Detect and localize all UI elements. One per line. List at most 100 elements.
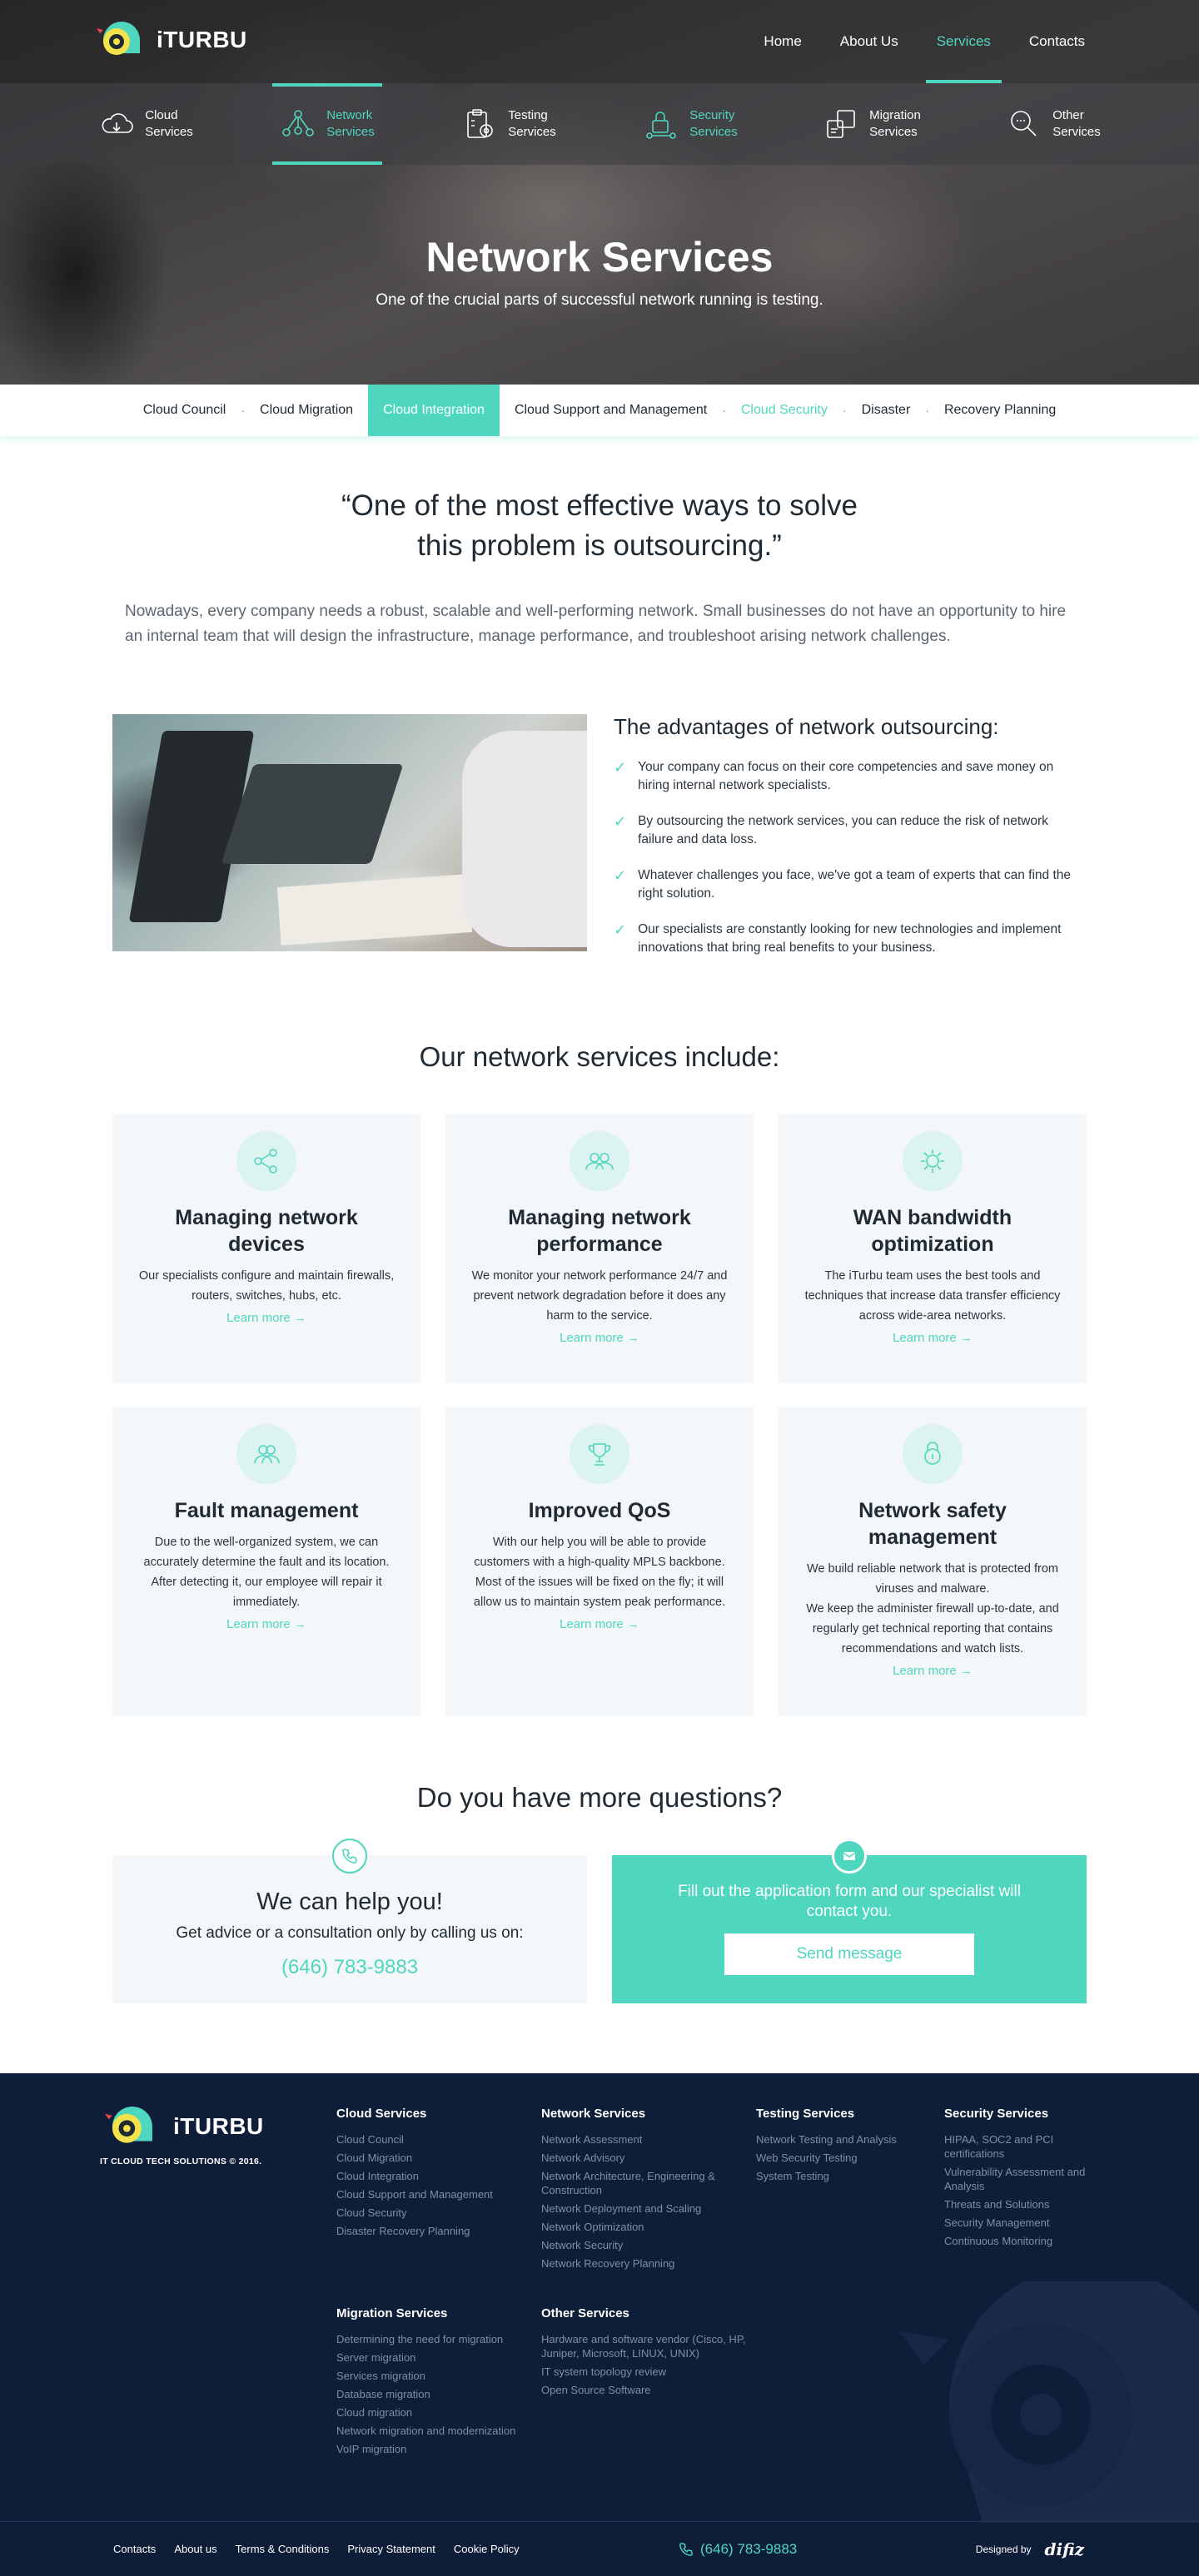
footer-link[interactable]: Network Advisory [541, 2151, 733, 2165]
footer-link[interactable]: Network Architecture, Engineering & Cons… [541, 2169, 733, 2197]
service-title: WAN bandwidth optimization [853, 1206, 1012, 1256]
footer-link[interactable]: VoIP migration [336, 2442, 536, 2456]
learn-more-link[interactable]: Learn more → [893, 1331, 973, 1345]
footer-link[interactable]: Network Security [541, 2238, 733, 2252]
brand-name: iTURBU [173, 2113, 264, 2139]
users-icon [236, 1424, 296, 1484]
footer-link[interactable]: Cloud Security [336, 2206, 493, 2220]
nav-about-us[interactable]: About Us [821, 0, 918, 83]
learn-more-link[interactable]: Learn more → [560, 1331, 639, 1345]
footer-link[interactable]: Security Management [944, 2216, 1111, 2230]
footer-link[interactable]: Services migration [336, 2369, 536, 2383]
footer-cookie-link[interactable]: Cookie Policy [454, 2543, 520, 2555]
contact-row: We can help you! Get advice or a consult… [112, 1839, 1087, 2003]
tab-disaster[interactable]: Disaster [847, 385, 926, 436]
footer-link[interactable]: HIPAA, SOC2 and PCI certifications [944, 2132, 1111, 2161]
subnav-network-services[interactable]: Network Services [236, 83, 418, 165]
subnav-security-services[interactable]: Security Services [600, 83, 781, 165]
footer-link[interactable]: Cloud Migration [336, 2151, 493, 2165]
footer-about-link[interactable]: About us [174, 2543, 216, 2555]
designer-credit: Designed by difiz [976, 2539, 1084, 2559]
check-icon: ✓ [614, 867, 627, 884]
nav-contacts[interactable]: Contacts [1010, 0, 1104, 83]
learn-more-link[interactable]: Learn more → [560, 1617, 639, 1631]
gear-icon [903, 1131, 963, 1191]
subnav-migration-services[interactable]: Migration Services [781, 83, 963, 165]
subnav-label: Services [508, 125, 556, 139]
nav-services[interactable]: Services [918, 0, 1010, 83]
call-box: We can help you! Get advice or a consult… [112, 1839, 587, 2003]
tab-cloud-migration[interactable]: Cloud Migration [245, 385, 368, 436]
lock-network-icon [646, 112, 677, 139]
list-item: ✓ Your company can focus on their core co… [614, 758, 1087, 795]
list-item: ✓ Whatever challenges you face, we've got… [614, 866, 1087, 903]
hero-section: iTURBU Home About Us Services Contacts C… [0, 0, 1199, 385]
subnav-label: Services [145, 125, 193, 139]
advantages-section: The advantages of network outsourcing: ✓… [112, 714, 1087, 975]
questions-title: Do you have more questions? [416, 1782, 783, 1813]
intro-paragraph: Nowadays, every company needs a robust, … [125, 603, 1067, 645]
tab-recovery-planning[interactable]: Recovery Planning [929, 385, 1071, 436]
footer-col-security: Security Services HIPAA, SOC2 and PCI ce… [944, 2107, 1111, 2252]
footer-link[interactable]: Cloud Support and Management [336, 2187, 493, 2201]
footer-link[interactable]: Network Optimization [541, 2220, 733, 2234]
footer-link[interactable]: Network Testing and Analysis [756, 2132, 923, 2147]
footer-link[interactable]: Network Assessment [541, 2132, 733, 2147]
footer-link[interactable]: Disaster Recovery Planning [336, 2224, 493, 2238]
footer-link[interactable]: Web Security Testing [756, 2151, 923, 2165]
call-phone-link[interactable]: (646) 783-9883 [112, 1956, 587, 1979]
footer-terms-link[interactable]: Terms & Conditions [236, 2543, 330, 2555]
service-title: Fault management [174, 1499, 359, 1522]
footer-logo[interactable]: iTURBU [100, 2107, 264, 2147]
footer-link[interactable]: Cloud Council [336, 2132, 493, 2147]
tab-cloud-council[interactable]: Cloud Council [128, 385, 241, 436]
footer-privacy-link[interactable]: Privacy Statement [347, 2543, 435, 2555]
subnav-testing-services[interactable]: Testing Services [418, 83, 600, 165]
footer-link[interactable]: IT system topology review [541, 2365, 758, 2379]
nav-home[interactable]: Home [744, 0, 820, 83]
service-title: Improved QoS [528, 1499, 671, 1522]
share-icon [236, 1131, 296, 1191]
learn-more-link[interactable]: Learn more → [226, 1617, 306, 1631]
footer-link[interactable]: Threats and Solutions [944, 2197, 1111, 2211]
designer-logo[interactable]: difiz [1045, 2539, 1084, 2559]
learn-more-link[interactable]: Learn more → [893, 1664, 973, 1678]
footer-link[interactable]: Network Deployment and Scaling [541, 2201, 733, 2216]
subnav-cloud-services[interactable]: Cloud Services [55, 83, 236, 165]
lock-icon [903, 1424, 963, 1484]
main-nav: Home About Us Services Contacts [744, 0, 1104, 83]
footer-link[interactable]: Continuous Monitoring [944, 2234, 1111, 2248]
page-subtitle: One of the crucial parts of successful n… [376, 291, 823, 309]
footer-link[interactable]: Server migration [336, 2350, 536, 2365]
footer-link[interactable]: System Testing [756, 2169, 923, 2183]
service-card: Managing network performance We monitor … [445, 1114, 754, 1382]
footer-link[interactable]: Vulnerability Assessment and Analysis [944, 2165, 1111, 2193]
footer-link[interactable]: Network migration and modernization [336, 2424, 536, 2438]
services-grid: Managing network devices Our specialists… [112, 1114, 1087, 1715]
footer-col-title: Migration Services [336, 2306, 448, 2320]
footer-link[interactable]: Database migration [336, 2387, 536, 2401]
laptop-workspace-image [112, 714, 587, 951]
service-text: Our specialists configure and maintain f… [138, 1269, 395, 1303]
footer-phone-link[interactable]: (646) 783-9883 [679, 2541, 797, 2558]
service-text: The iTurbu team uses the best tools and … [804, 1269, 1061, 1323]
footer-col-title: Other Services [541, 2306, 629, 2320]
footer-link[interactable]: Network Recovery Planning [541, 2256, 733, 2271]
service-card: Managing network devices Our specialists… [112, 1114, 420, 1382]
brand-name: iTURBU [157, 27, 247, 52]
footer-link[interactable]: Determining the need for migration [336, 2332, 536, 2346]
footer-link[interactable]: Hardware and software vendor (Cisco, HP,… [541, 2332, 758, 2360]
subnav-label: Services [1052, 125, 1101, 139]
send-message-button[interactable]: Send message [724, 1933, 974, 1975]
subnav-other-services[interactable]: Other Services [963, 83, 1144, 165]
footer-link[interactable]: Cloud migration [336, 2405, 536, 2420]
tab-cloud-security[interactable]: Cloud Security [726, 385, 843, 436]
tab-cloud-support[interactable]: Cloud Support and Management [500, 385, 722, 436]
footer-bottom-bar: Contacts About us Terms & Conditions Pri… [0, 2521, 1199, 2576]
footer-link[interactable]: Cloud Integration [336, 2169, 493, 2183]
brand-logo[interactable]: iTURBU [95, 22, 247, 58]
tab-cloud-integration[interactable]: Cloud Integration [368, 385, 500, 436]
footer-link[interactable]: Open Source Software [541, 2383, 758, 2397]
footer-contacts-link[interactable]: Contacts [113, 2543, 156, 2555]
learn-more-link[interactable]: Learn more → [226, 1311, 306, 1325]
